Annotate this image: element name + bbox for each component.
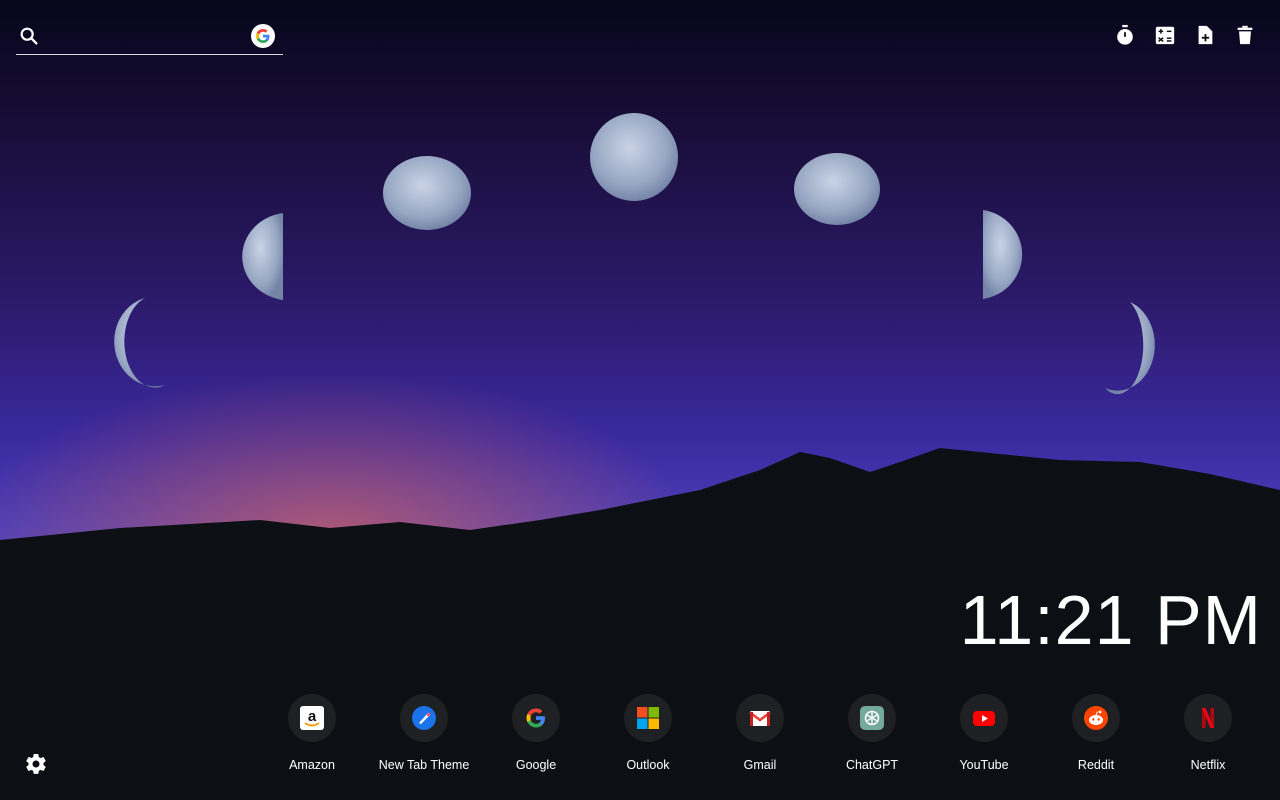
youtube-icon xyxy=(973,711,995,726)
shortcut-reddit[interactable]: Reddit xyxy=(1040,694,1152,772)
background-scene xyxy=(0,113,1280,800)
search-input[interactable] xyxy=(50,24,254,50)
svg-text:a: a xyxy=(308,708,317,725)
shortcut-new-tab-theme[interactable]: New Tab Theme xyxy=(368,694,480,772)
shortcut-label: Gmail xyxy=(743,758,777,772)
moon-phase-4 xyxy=(590,113,678,201)
shortcut-label: Outlook xyxy=(626,758,670,772)
shortcut-label: New Tab Theme xyxy=(378,758,470,772)
clock: 11:21 PM xyxy=(959,581,1262,659)
shortcut-netflix[interactable]: Netflix xyxy=(1152,694,1264,772)
moon-phase-1 xyxy=(114,298,165,388)
timer-icon[interactable] xyxy=(1114,22,1136,48)
calculator-icon[interactable] xyxy=(1154,22,1176,48)
shortcut-label: YouTube xyxy=(959,758,1009,772)
shortcut-youtube[interactable]: YouTube xyxy=(928,694,1040,772)
google-search-engine-icon[interactable] xyxy=(251,24,275,48)
shortcut-gmail[interactable]: Gmail xyxy=(704,694,816,772)
moon-phase-2 xyxy=(242,213,283,300)
google-icon xyxy=(526,708,545,728)
shortcut-label: Netflix xyxy=(1190,758,1226,772)
search-icon xyxy=(20,27,38,45)
moon-phase-6 xyxy=(983,210,1023,299)
search-bar[interactable] xyxy=(16,18,283,55)
top-toolbar xyxy=(1114,22,1256,48)
moon-phase-3 xyxy=(383,156,471,230)
settings-gear-icon[interactable] xyxy=(24,752,48,776)
shortcut-chatgpt[interactable]: ChatGPT xyxy=(816,694,928,772)
chatgpt-icon xyxy=(860,706,884,730)
shortcut-label: Reddit xyxy=(1077,758,1115,772)
moon-phase-7 xyxy=(1105,302,1155,395)
shortcut-outlook[interactable]: Outlook xyxy=(592,694,704,772)
new-tab-theme-icon xyxy=(412,706,436,730)
add-note-icon[interactable] xyxy=(1194,22,1216,48)
reddit-icon xyxy=(1084,706,1108,730)
moon-phase-5 xyxy=(794,153,880,225)
shortcut-label: ChatGPT xyxy=(845,758,899,772)
outlook-icon xyxy=(637,707,659,729)
netflix-icon xyxy=(1202,708,1214,728)
shortcut-label: Amazon xyxy=(289,758,335,772)
trash-icon[interactable] xyxy=(1234,22,1256,48)
shortcut-amazon[interactable]: a Amazon xyxy=(256,694,368,772)
gmail-icon xyxy=(749,711,771,726)
shortcut-google[interactable]: Google xyxy=(480,694,592,772)
shortcut-label: Google xyxy=(515,758,557,772)
amazon-icon: a xyxy=(300,706,324,730)
